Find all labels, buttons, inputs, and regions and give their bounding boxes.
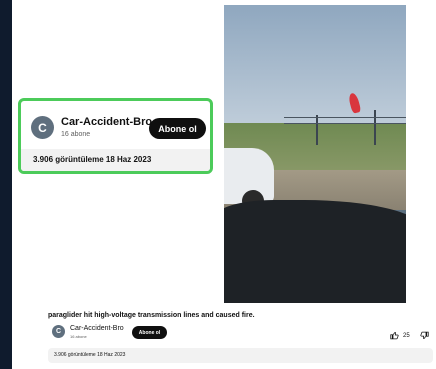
- video-page: C Car-Accident-Bro 16 abone Abone ol 3.9…: [12, 0, 436, 369]
- power-line: [284, 123, 406, 124]
- car-dashboard: [224, 200, 406, 303]
- like-dislike-group: 25: [390, 327, 429, 345]
- subscribe-button[interactable]: Abone ol: [132, 326, 167, 339]
- video-stats-panel: 3.906 görüntüleme 18 Haz 2023: [21, 149, 210, 171]
- thumbs-down-icon[interactable]: [420, 327, 429, 345]
- avatar[interactable]: C: [31, 116, 54, 139]
- subscriber-count: 16 abone: [70, 334, 87, 339]
- power-pole: [374, 110, 376, 145]
- video-stats-text: 3.906 görüntüleme 18 Haz 2023: [54, 352, 126, 358]
- like-count: 25: [403, 333, 410, 339]
- video-title: paraglider hit high-voltage transmission…: [48, 312, 255, 319]
- channel-name[interactable]: Car-Accident-Bro: [61, 116, 152, 128]
- channel-card-highlight: C Car-Accident-Bro 16 abone Abone ol 3.9…: [18, 98, 213, 174]
- avatar[interactable]: C: [52, 325, 65, 338]
- subscribe-button[interactable]: Abone ol: [149, 118, 206, 139]
- thumbs-up-icon[interactable]: [390, 327, 399, 345]
- channel-name[interactable]: Car-Accident-Bro: [70, 325, 124, 332]
- video-stats-text: 3.906 görüntüleme 18 Haz 2023: [33, 155, 152, 164]
- power-line: [284, 117, 406, 118]
- subscriber-count: 16 abone: [61, 131, 91, 138]
- video-player[interactable]: [224, 5, 406, 303]
- power-pole: [316, 115, 318, 145]
- video-stats-panel[interactable]: 3.906 görüntüleme 18 Haz 2023: [48, 348, 433, 363]
